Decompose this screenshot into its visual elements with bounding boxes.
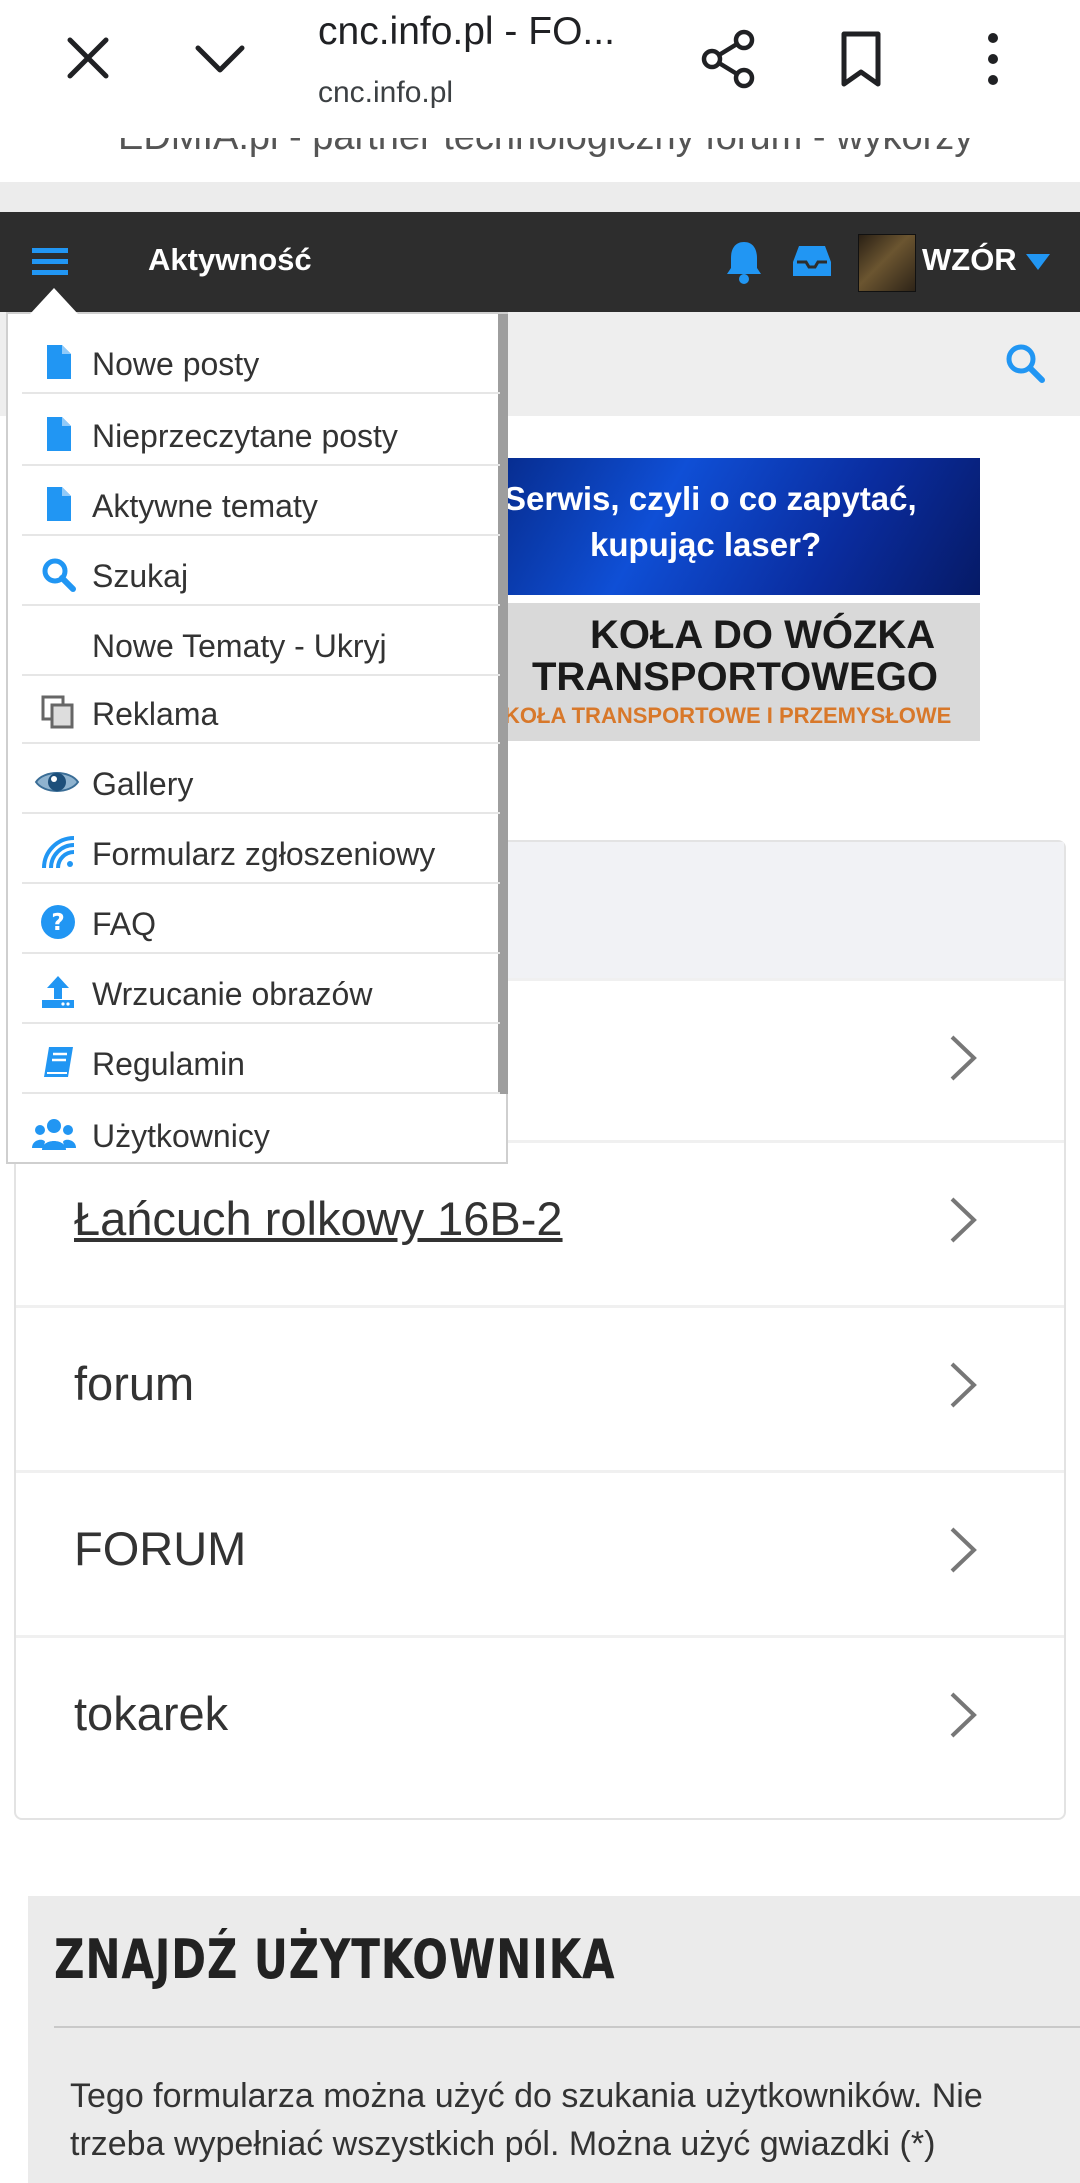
find-user-heading: ZNAJDŹ UŻYTKOWNIKA [54, 1928, 616, 1991]
search-icon[interactable] [1004, 342, 1046, 384]
menu-item-label: Nowe posty [92, 346, 260, 382]
chevron-right-icon [946, 1523, 980, 1577]
wheels-ad-banner[interactable]: KOŁA DO WÓZKA TRANSPORTOWEGO KOŁA TRANSP… [490, 603, 980, 741]
tag-label[interactable]: Łańcuch rolkowy 16B-2 [74, 1191, 563, 1246]
menu-item-label: Gallery [92, 766, 194, 802]
laser-ad-banner[interactable]: Serwis, czyli o co zapytać, kupując lase… [490, 458, 980, 595]
hamburger-menu-icon[interactable] [30, 242, 70, 282]
menu-item-users[interactable]: Użytkownicy [22, 1094, 500, 1164]
nav-title[interactable]: Aktywność [148, 242, 312, 278]
find-user-panel: ZNAJDŹ UŻYTKOWNIKA Tego formularza można… [28, 1896, 1080, 2183]
avatar[interactable] [858, 234, 916, 292]
inbox-icon[interactable] [792, 242, 832, 280]
list-item[interactable]: tokarek [16, 1635, 1064, 1800]
tag-label[interactable]: forum [74, 1356, 194, 1411]
menu-item-unread-posts[interactable]: Nieprzeczytane posty [22, 394, 500, 466]
file-icon [40, 486, 76, 522]
menu-item-hide-new-topics[interactable]: Nowe Tematy - Ukryj [22, 604, 500, 676]
copy-icon [40, 694, 76, 730]
list-item[interactable]: forum [16, 1305, 1064, 1470]
menu-item-label: Reklama [92, 696, 219, 732]
forum-navbar: Aktywność WZÓR [0, 212, 1080, 312]
chevron-right-icon [946, 1193, 980, 1247]
book-icon [40, 1044, 76, 1080]
menu-item-rules[interactable]: Regulamin [22, 1022, 500, 1094]
svg-text:?: ? [51, 910, 64, 936]
wifi-icon [40, 834, 76, 870]
eye-icon [34, 764, 80, 800]
search-icon [40, 556, 76, 592]
wheels-ad-line1: KOŁA DO WÓZKA [590, 613, 936, 657]
list-item[interactable]: FORUM [16, 1470, 1064, 1635]
question-circle-icon: ? [40, 904, 76, 940]
more-vert-icon[interactable] [968, 28, 1018, 90]
wheels-ad-line3: KOŁA TRANSPORTOWE I PRZEMYSŁOWE [504, 703, 952, 728]
ticker-strip: EDMIA.pl - partner technologiczny forum … [0, 138, 1080, 182]
menu-item-active-topics[interactable]: Aktywne tematy [22, 464, 500, 536]
menu-item-new-posts[interactable]: Nowe posty [22, 322, 500, 394]
upload-icon [40, 974, 76, 1010]
menu-item-label: Formularz zgłoszeniowy [92, 836, 436, 872]
ticker-text[interactable]: EDMIA.pl - partner technologiczny forum … [118, 138, 973, 159]
tag-label[interactable]: FORUM [74, 1521, 246, 1576]
menu-item-search[interactable]: Szukaj [22, 534, 500, 606]
list-item[interactable]: Łańcuch rolkowy 16B-2 [16, 1140, 1064, 1305]
caret-down-icon[interactable] [1024, 252, 1052, 272]
menu-item-label: Aktywne tematy [92, 488, 318, 524]
main-dropdown-menu: Nowe posty Nieprzeczytane posty Aktywne … [6, 312, 508, 1164]
file-icon [40, 344, 76, 380]
bookmark-icon[interactable] [836, 28, 886, 90]
menu-item-label: Wrzucanie obrazów [92, 976, 373, 1012]
chevron-right-icon [946, 1031, 980, 1085]
menu-item-upload-images[interactable]: Wrzucanie obrazów [22, 952, 500, 1024]
share-icon[interactable] [698, 28, 760, 90]
menu-item-ads[interactable]: Reklama [22, 672, 500, 744]
menu-pointer [30, 288, 78, 314]
browser-toolbar: cnc.info.pl - FO... cnc.info.pl [0, 0, 1080, 138]
menu-item-label: Nowe Tematy - Ukryj [92, 628, 387, 664]
laser-ad-line2: kupując laser? [590, 526, 822, 563]
bell-icon[interactable] [724, 238, 764, 284]
menu-item-label: Użytkownicy [92, 1118, 270, 1154]
chevron-right-icon [946, 1358, 980, 1412]
laser-ad-line1: Serwis, czyli o co zapytać, [504, 480, 917, 517]
menu-item-label: Nieprzeczytane posty [92, 418, 398, 454]
divider [54, 2026, 1080, 2028]
tab-title: cnc.info.pl - FO... [318, 10, 615, 53]
menu-item-application-form[interactable]: Formularz zgłoszeniowy [22, 812, 500, 884]
file-icon [40, 416, 76, 452]
page-url[interactable]: cnc.info.pl [318, 76, 453, 110]
tag-label[interactable]: tokarek [74, 1686, 228, 1741]
menu-item-label: Regulamin [92, 1046, 245, 1082]
find-user-description: Tego formularza można użyć do szukania u… [70, 2077, 983, 2163]
chevron-right-icon [946, 1688, 980, 1742]
separator-band [0, 182, 1080, 212]
menu-item-label: Szukaj [92, 558, 189, 594]
chevron-down-icon[interactable] [190, 30, 250, 86]
menu-item-faq[interactable]: ? FAQ [22, 882, 500, 954]
close-icon[interactable] [60, 30, 116, 86]
menu-item-label: FAQ [92, 906, 157, 942]
username[interactable]: WZÓR [922, 242, 1017, 278]
users-icon [32, 1116, 76, 1152]
wheels-ad-line2: TRANSPORTOWEGO [532, 655, 938, 699]
menu-item-gallery[interactable]: Gallery [22, 742, 500, 814]
